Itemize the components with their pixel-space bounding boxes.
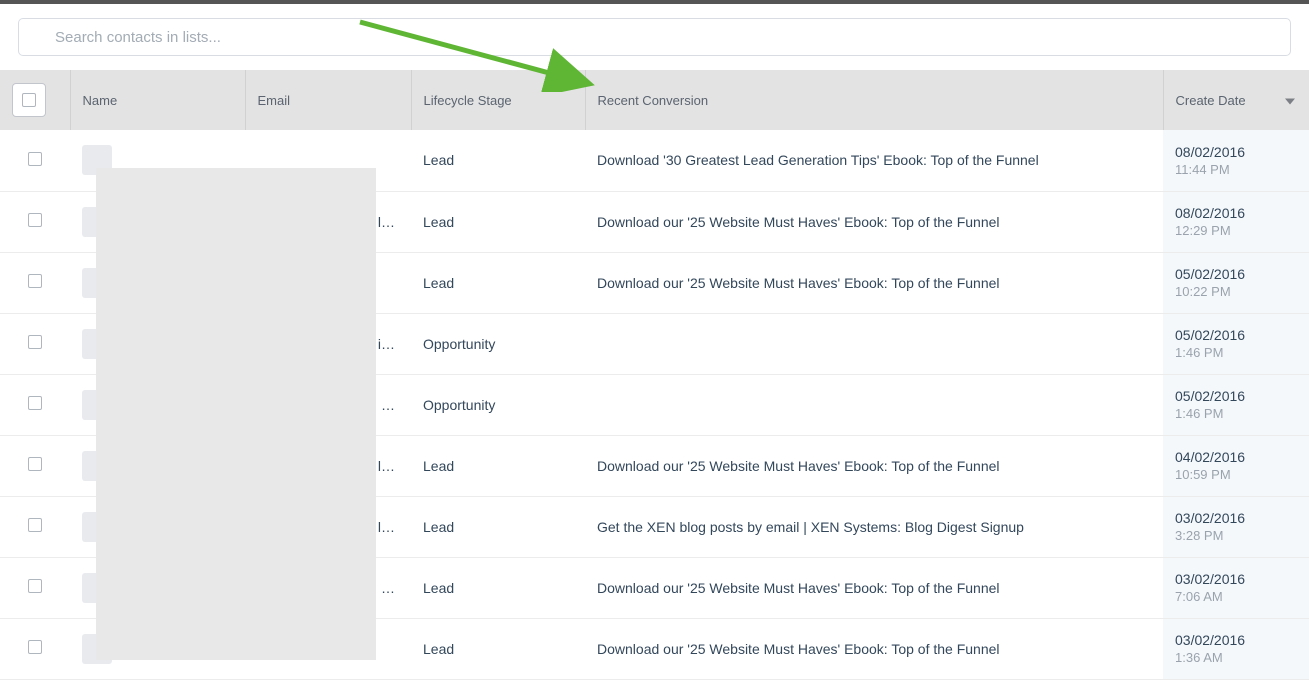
column-name[interactable]: Name <box>70 70 245 130</box>
row-date-cell: 05/02/2016 10:22 PM <box>1163 252 1309 313</box>
date-value: 03/02/2016 <box>1175 571 1297 587</box>
select-all-checkbox[interactable] <box>12 83 46 117</box>
table-header-row: Name Email Lifecycle Stage Recent Conver… <box>0 70 1309 130</box>
row-lifecycle-cell: Lead <box>411 191 585 252</box>
row-date-cell: 03/02/2016 3:28 PM <box>1163 496 1309 557</box>
row-checkbox[interactable] <box>28 274 42 288</box>
row-conversion-cell: Get the XEN blog posts by email | XEN Sy… <box>585 496 1163 557</box>
row-lifecycle-cell: Opportunity <box>411 313 585 374</box>
row-date-cell: 05/02/2016 1:46 PM <box>1163 313 1309 374</box>
row-date-cell: 03/02/2016 1:36 AM <box>1163 618 1309 679</box>
row-checkbox-cell <box>0 557 70 618</box>
row-checkbox-cell <box>0 191 70 252</box>
row-checkbox[interactable] <box>28 518 42 532</box>
row-lifecycle-cell: Lead <box>411 496 585 557</box>
row-checkbox-cell <box>0 435 70 496</box>
row-checkbox[interactable] <box>28 640 42 654</box>
search-input[interactable] <box>18 18 1291 56</box>
row-checkbox[interactable] <box>28 579 42 593</box>
row-checkbox[interactable] <box>28 396 42 410</box>
time-value: 1:36 AM <box>1175 650 1297 665</box>
page-wrapper: Name Email Lifecycle Stage Recent Conver… <box>0 0 1309 680</box>
time-value: 1:46 PM <box>1175 406 1297 421</box>
row-conversion-cell <box>585 313 1163 374</box>
date-value: 08/02/2016 <box>1175 144 1297 160</box>
row-conversion-cell: Download our '25 Website Must Haves' Ebo… <box>585 435 1163 496</box>
row-checkbox[interactable] <box>28 213 42 227</box>
row-conversion-cell: Download our '25 Website Must Haves' Ebo… <box>585 557 1163 618</box>
time-value: 12:29 PM <box>1175 223 1297 238</box>
column-checkbox <box>0 70 70 130</box>
row-conversion-cell: Download '30 Greatest Lead Generation Ti… <box>585 130 1163 191</box>
time-value: 3:28 PM <box>1175 528 1297 543</box>
row-checkbox[interactable] <box>28 457 42 471</box>
checkbox-icon <box>22 93 36 107</box>
row-date-cell: 08/02/2016 11:44 PM <box>1163 130 1309 191</box>
row-lifecycle-cell: Lead <box>411 557 585 618</box>
row-checkbox[interactable] <box>28 152 42 166</box>
column-email[interactable]: Email <box>245 70 411 130</box>
row-conversion-cell <box>585 374 1163 435</box>
row-date-cell: 04/02/2016 10:59 PM <box>1163 435 1309 496</box>
date-value: 05/02/2016 <box>1175 327 1297 343</box>
date-value: 08/02/2016 <box>1175 205 1297 221</box>
redaction-overlay <box>96 168 376 660</box>
row-checkbox-cell <box>0 374 70 435</box>
row-date-cell: 03/02/2016 7:06 AM <box>1163 557 1309 618</box>
row-checkbox-cell <box>0 496 70 557</box>
column-lifecycle[interactable]: Lifecycle Stage <box>411 70 585 130</box>
row-checkbox-cell <box>0 252 70 313</box>
row-lifecycle-cell: Opportunity <box>411 374 585 435</box>
row-checkbox-cell <box>0 618 70 679</box>
time-value: 7:06 AM <box>1175 589 1297 604</box>
row-date-cell: 08/02/2016 12:29 PM <box>1163 191 1309 252</box>
column-date[interactable]: Create Date <box>1163 70 1309 130</box>
sort-desc-icon <box>1285 93 1295 108</box>
row-conversion-cell: Download our '25 Website Must Haves' Ebo… <box>585 618 1163 679</box>
row-checkbox[interactable] <box>28 335 42 349</box>
time-value: 11:44 PM <box>1175 162 1297 177</box>
search-area <box>0 4 1309 70</box>
time-value: 1:46 PM <box>1175 345 1297 360</box>
row-lifecycle-cell: Lead <box>411 618 585 679</box>
search-container <box>18 18 1291 56</box>
date-value: 05/02/2016 <box>1175 266 1297 282</box>
date-value: 03/02/2016 <box>1175 510 1297 526</box>
time-value: 10:22 PM <box>1175 284 1297 299</box>
date-value: 03/02/2016 <box>1175 632 1297 648</box>
time-value: 10:59 PM <box>1175 467 1297 482</box>
row-lifecycle-cell: Lead <box>411 130 585 191</box>
date-value: 05/02/2016 <box>1175 388 1297 404</box>
row-checkbox-cell <box>0 313 70 374</box>
row-conversion-cell: Download our '25 Website Must Haves' Ebo… <box>585 252 1163 313</box>
row-lifecycle-cell: Lead <box>411 252 585 313</box>
column-date-label: Create Date <box>1176 93 1246 108</box>
row-date-cell: 05/02/2016 1:46 PM <box>1163 374 1309 435</box>
row-lifecycle-cell: Lead <box>411 435 585 496</box>
row-checkbox-cell <box>0 130 70 191</box>
row-conversion-cell: Download our '25 Website Must Haves' Ebo… <box>585 191 1163 252</box>
date-value: 04/02/2016 <box>1175 449 1297 465</box>
column-conversion[interactable]: Recent Conversion <box>585 70 1163 130</box>
